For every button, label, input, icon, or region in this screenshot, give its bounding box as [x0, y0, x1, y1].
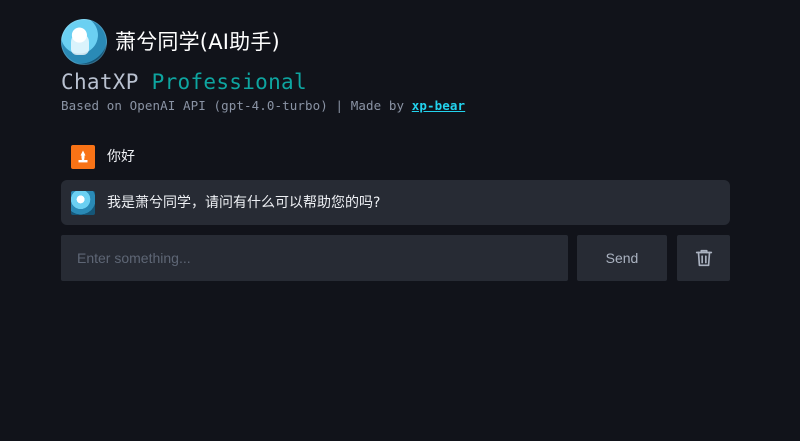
- author-link[interactable]: xp-bear: [412, 98, 465, 113]
- bot-avatar-icon: [61, 19, 107, 65]
- user-avatar-glyph: [78, 150, 88, 163]
- subtitle-text: Based on OpenAI API (gpt-4.0-turbo) | Ma…: [61, 98, 412, 113]
- message-assistant: 我是萧兮同学，请问有什么可以帮助您的吗?: [61, 180, 730, 225]
- clear-chat-button[interactable]: [677, 235, 730, 281]
- message-text: 我是萧兮同学，请问有什么可以帮助您的吗?: [107, 194, 381, 211]
- send-button[interactable]: Send: [577, 235, 667, 281]
- user-avatar-icon: [71, 145, 95, 169]
- trash-icon: [695, 249, 712, 267]
- chat-page: 萧兮同学(AI助手) ChatXP Professional Based on …: [0, 0, 800, 441]
- bot-avatar-icon: [71, 190, 95, 215]
- subtitle: Based on OpenAI API (gpt-4.0-turbo) | Ma…: [61, 98, 465, 113]
- page-title: 萧兮同学(AI助手): [115, 29, 280, 54]
- message-text: 你好: [107, 149, 135, 165]
- header: 萧兮同学(AI助手): [61, 19, 280, 65]
- brand-edition: Professional: [151, 70, 307, 94]
- message-input[interactable]: [61, 235, 568, 281]
- brand-name: ChatXP: [61, 70, 139, 94]
- brand-title: ChatXP Professional: [61, 70, 307, 94]
- message-user: 你好: [61, 143, 730, 171]
